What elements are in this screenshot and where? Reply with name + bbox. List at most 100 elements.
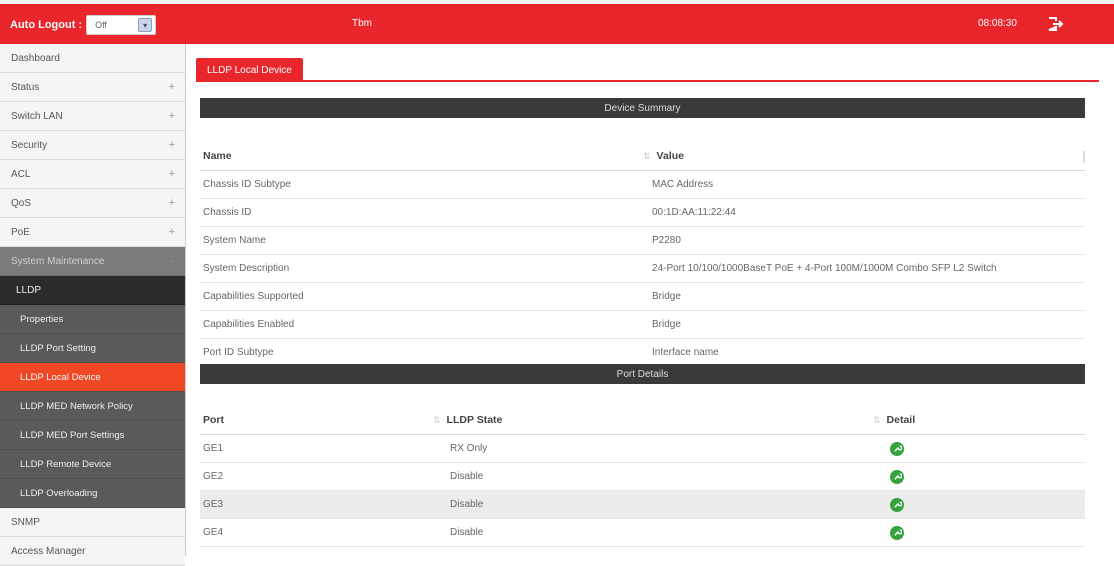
table-row: GE3 Disable (200, 491, 1085, 519)
wrench-icon[interactable] (890, 497, 904, 512)
expand-icon: + (168, 81, 175, 93)
sidebar-item-dashboard[interactable]: Dashboard (0, 44, 185, 73)
column-header-value-label: Value (656, 149, 684, 162)
sidebar-item-snmp[interactable]: SNMP (0, 508, 185, 537)
sidebar-subitem-lldp-local-device[interactable]: LLDP Local Device (0, 363, 185, 392)
clock: 08:08:30 (978, 18, 1017, 29)
row-value: Bridge (652, 291, 681, 302)
table-row: Chassis ID Subtype MAC Address (200, 171, 1085, 199)
lldp-state-cell: Disable (450, 527, 484, 538)
sidebar-item-label: SNMP (11, 516, 40, 528)
sidebar-item-acl[interactable]: ACL + (0, 160, 185, 189)
table-row: Capabilities Enabled Bridge (200, 311, 1085, 339)
sidebar-item-qos[interactable]: QoS + (0, 189, 185, 218)
wrench-icon[interactable] (890, 441, 904, 456)
sidebar-item-label: Switch LAN (11, 110, 63, 122)
top-bar: Auto Logout : Off ▾ Tbm 08:08:30 (0, 0, 1114, 44)
row-name: Port ID Subtype (203, 347, 274, 358)
detail-cell (870, 441, 1085, 456)
table-row: GE4 Disable (200, 519, 1085, 547)
row-name: Capabilities Enabled (203, 319, 295, 330)
sidebar-item-label: Security (11, 139, 48, 151)
expand-icon: + (168, 168, 175, 180)
sidebar-subitem-lldp-med-network-policy[interactable]: LLDP MED Network Policy (0, 392, 185, 421)
sidebar-subitem-properties[interactable]: Properties (0, 305, 185, 334)
detail-cell (870, 497, 1085, 512)
sidebar-item-switch-lan[interactable]: Switch LAN + (0, 102, 185, 131)
table-row: Chassis ID 00:1D:AA:11:22:44 (200, 199, 1085, 227)
row-value: 24-Port 10/100/1000BaseT PoE + 4-Port 10… (652, 263, 997, 274)
row-name: System Description (203, 263, 290, 274)
row-value: P2280 (652, 235, 681, 246)
expand-icon: + (168, 139, 175, 151)
expand-icon: + (168, 197, 175, 209)
collapse-icon: - (171, 255, 175, 267)
lldp-state-cell: RX Only (450, 443, 488, 454)
detail-cell (870, 525, 1085, 540)
table-row: GE2 Disable (200, 463, 1085, 491)
table-header: Port ⇅ LLDP State ⇅ Detail (200, 405, 1085, 435)
column-header-name[interactable]: Name (200, 150, 640, 162)
table-row: System Name P2280 (200, 227, 1085, 255)
device-summary-header: Device Summary (200, 98, 1085, 118)
column-header-detail[interactable]: ⇅ Detail (870, 414, 1085, 426)
table-row: System Description 24-Port 10/100/1000Bas… (200, 255, 1085, 283)
row-name: Chassis ID (203, 207, 252, 218)
sidebar-item-status[interactable]: Status + (0, 73, 185, 102)
tab-lldp-local-device[interactable]: LLDP Local Device (196, 58, 303, 82)
expand-icon: + (168, 226, 175, 238)
column-header-lldp-state[interactable]: ⇅ LLDP State (430, 414, 870, 426)
column-header-value[interactable]: ⇅ Value (640, 150, 1085, 162)
auto-logout: Auto Logout : Off ▾ (10, 15, 157, 35)
sidebar-subitem-lldp-remote-device[interactable]: LLDP Remote Device (0, 450, 185, 479)
lldp-state-cell: Disable (450, 471, 484, 482)
table-header: Name ⇅ Value (200, 141, 1085, 171)
device-model-label: Tbm (352, 18, 372, 29)
device-summary-table: Name ⇅ Value Chassis ID Subtype MAC Addres… (200, 141, 1085, 367)
table-row: Capabilities Supported Bridge (200, 283, 1085, 311)
tab-bar: LLDP Local Device (196, 58, 1099, 82)
column-header-port[interactable]: Port (200, 414, 430, 426)
sidebar-subitem-lldp-port-setting[interactable]: LLDP Port Setting (0, 334, 185, 363)
port-details-table: Port ⇅ LLDP State ⇅ Detail GE1 RX Only GE2 Di… (200, 405, 1085, 547)
sidebar-item-access-manager[interactable]: Access Manager (0, 537, 185, 566)
sidebar-item-poe[interactable]: PoE + (0, 218, 185, 247)
wrench-icon[interactable] (890, 469, 904, 484)
auto-logout-value: Off (95, 20, 107, 30)
auto-logout-select[interactable]: Off ▾ (86, 15, 157, 35)
row-name: System Name (203, 235, 266, 246)
row-value: Interface name (652, 347, 719, 358)
sidebar-item-system-maintenance[interactable]: System Maintenance - (0, 247, 185, 276)
wrench-icon[interactable] (890, 525, 904, 540)
sidebar-subitem-lldp-med-port-settings[interactable]: LLDP MED Port Settings (0, 421, 185, 450)
detail-cell (870, 469, 1085, 484)
column-resize-handle[interactable] (1083, 151, 1085, 163)
sidebar-item-label: Dashboard (11, 52, 60, 64)
port-cell: GE4 (203, 527, 224, 538)
sort-icon: ⇅ (433, 414, 441, 425)
table-row: GE1 RX Only (200, 435, 1085, 463)
port-cell: GE2 (203, 471, 224, 482)
row-value: Bridge (652, 319, 681, 330)
chevron-down-icon: ▾ (138, 18, 153, 32)
column-header-port-label: Port (203, 413, 224, 426)
sidebar-item-security[interactable]: Security + (0, 131, 185, 160)
port-cell: GE3 (203, 499, 224, 510)
sidebar-item-label: Status (11, 81, 40, 93)
sidebar-item-label: PoE (11, 226, 30, 238)
row-value: 00:1D:AA:11:22:44 (652, 207, 736, 218)
column-header-detail-label: Detail (886, 413, 916, 426)
sidebar-item-label: QoS (11, 197, 32, 209)
sidebar-item-label: LLDP (16, 284, 42, 296)
sidebar-item-label: Access Manager (11, 545, 86, 557)
sidebar-subitem-lldp-overloading[interactable]: LLDP Overloading (0, 479, 185, 508)
sort-icon: ⇅ (643, 150, 651, 161)
column-header-lldp-state-label: LLDP State (446, 413, 503, 426)
sidebar: Dashboard Status + Switch LAN + Security + ACL +… (0, 44, 186, 566)
sort-icon: ⇅ (873, 414, 881, 425)
port-details-header: Port Details (200, 364, 1085, 384)
logout-icon[interactable] (1046, 15, 1064, 33)
row-name: Chassis ID Subtype (203, 179, 291, 190)
sidebar-item-lldp[interactable]: LLDP (0, 276, 185, 305)
column-header-name-label: Name (203, 149, 232, 162)
